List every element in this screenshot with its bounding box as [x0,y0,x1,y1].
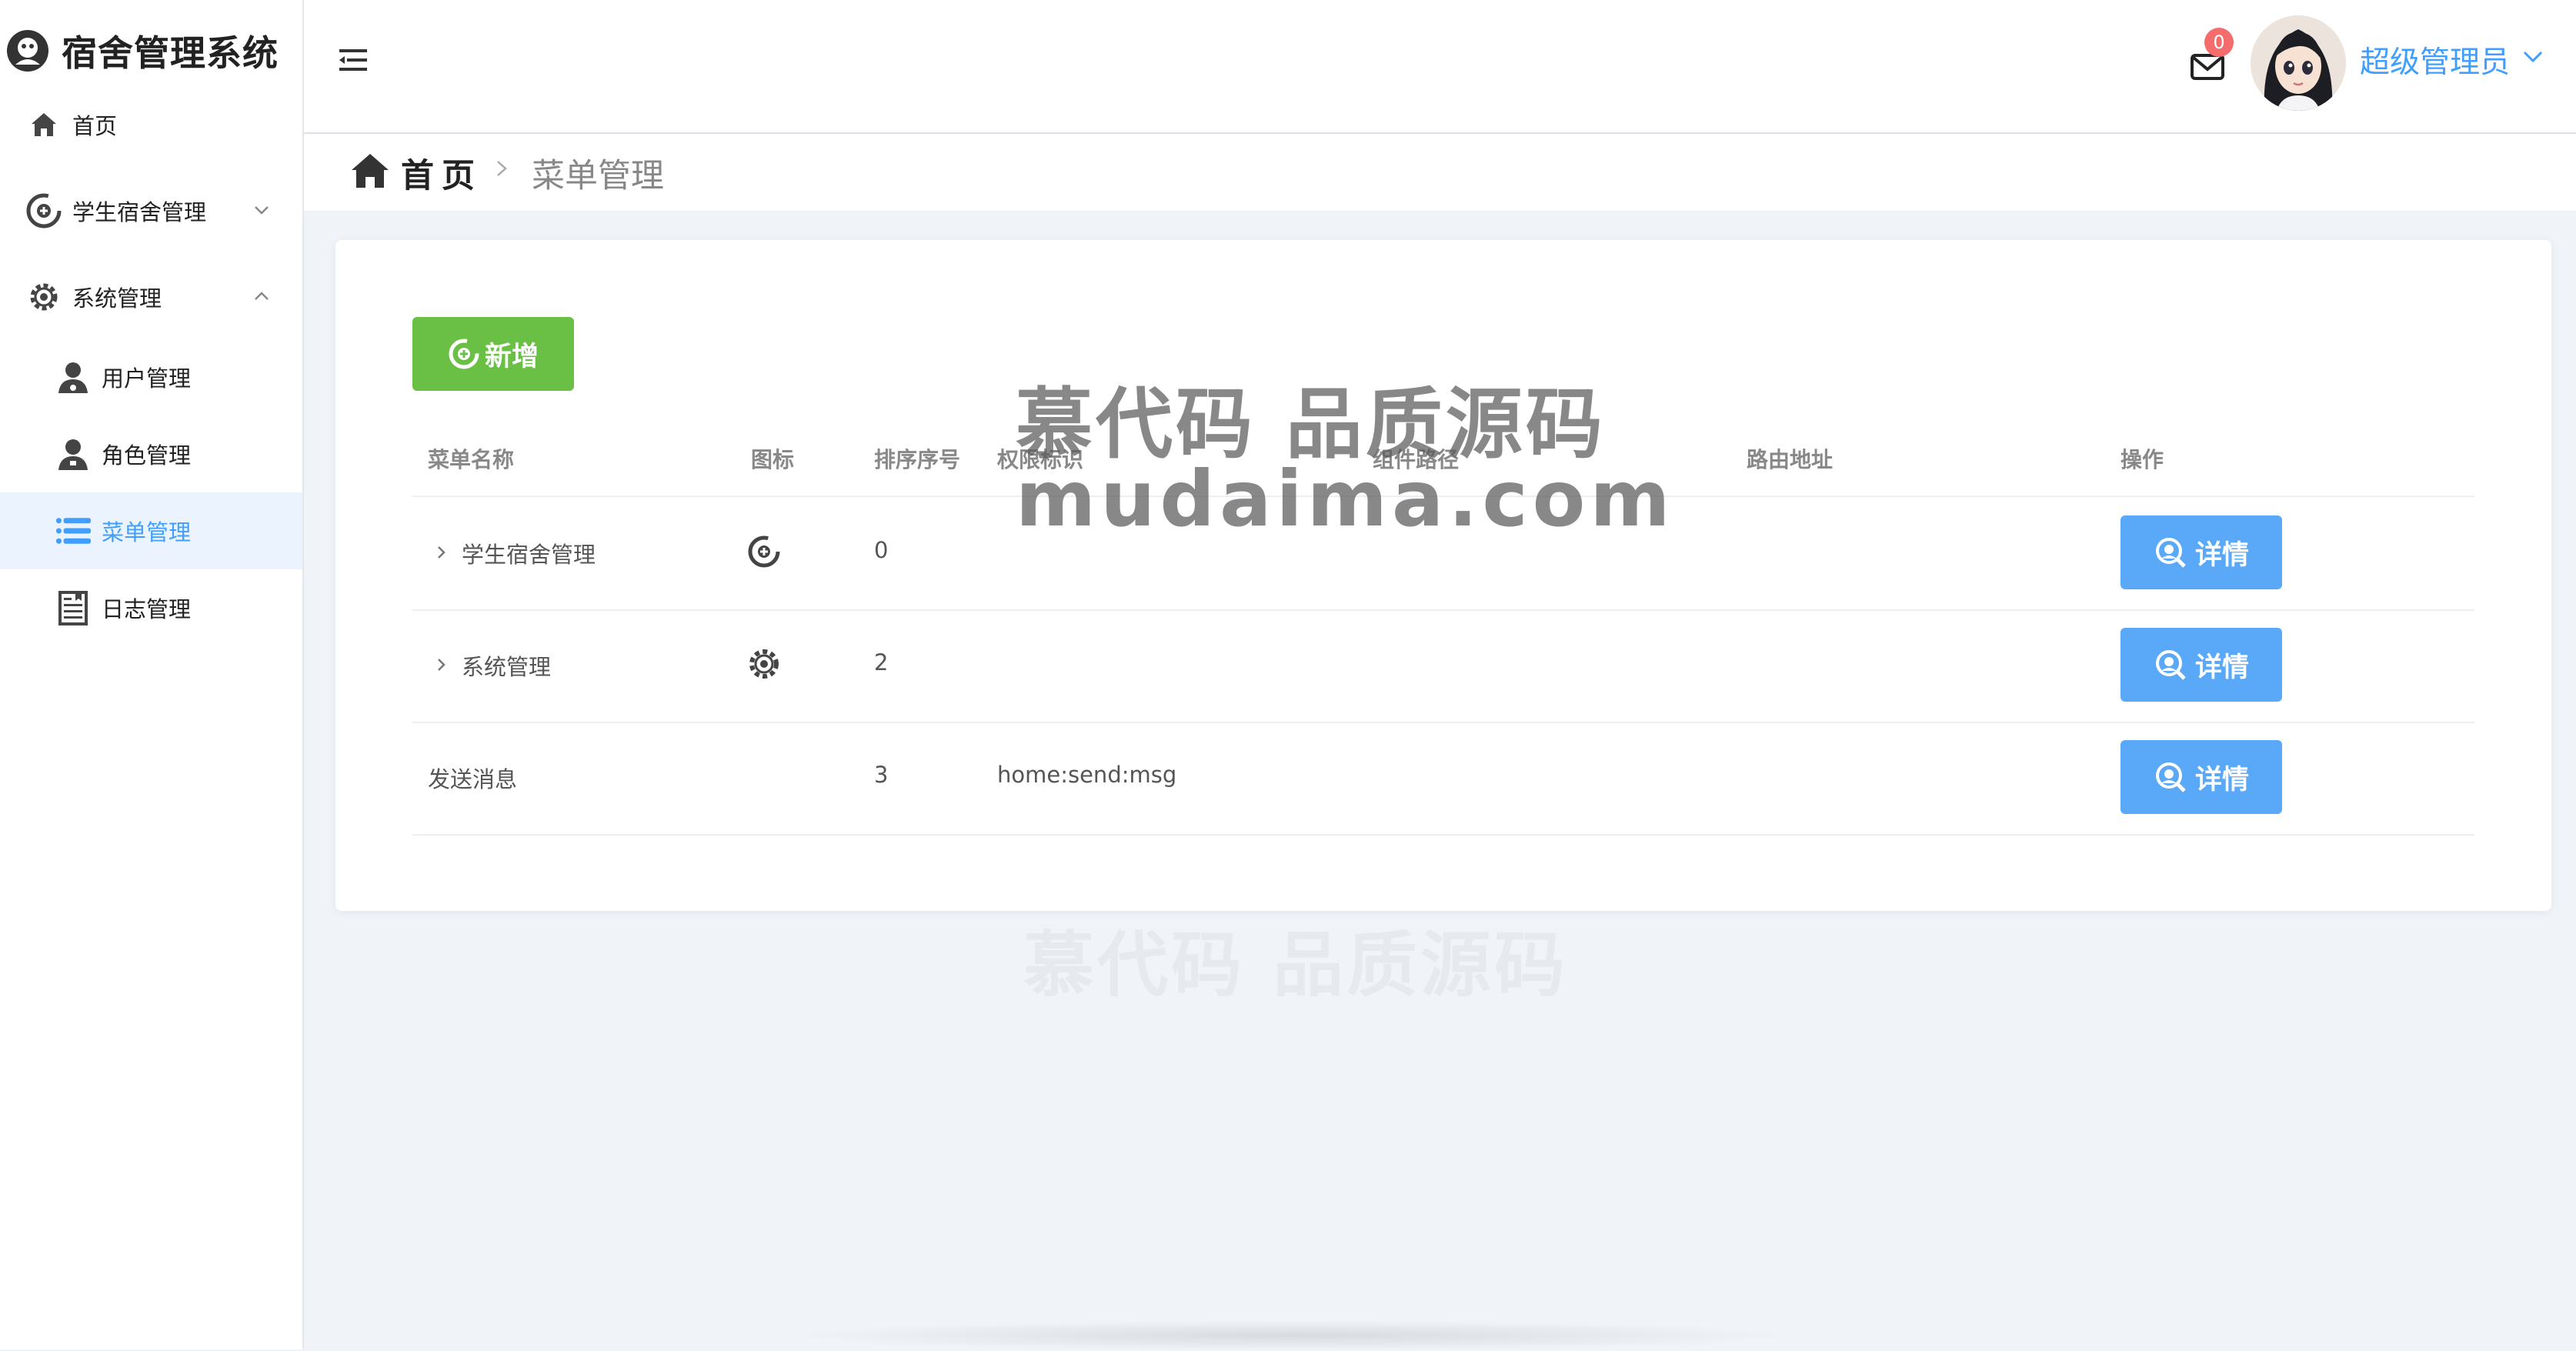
menu-table-card: 新增 菜单名称 图标 排序序号 权限标识 组件路径 路由地址 操作 学生宿舍管理… [335,240,2551,911]
brand: 宿舍管理系统 [5,22,279,80]
sidebar-item-dorm[interactable]: 学生宿舍管理 [0,172,302,249]
column-header-icon: 图标 [751,447,795,472]
column-header-route: 路由地址 [1747,447,1834,472]
column-header-order: 排序序号 [874,447,961,472]
cell-perm: home:send:msg [997,762,1177,788]
cell-order: 2 [874,649,889,676]
cell-order: 0 [874,537,889,563]
cell-name: 系统管理 [462,654,552,680]
role-icon [55,436,91,472]
table-row: 发送消息 3 home:send:msg 详情 [412,722,2474,836]
sidebar-item-label: 系统管理 [72,285,162,312]
breadcrumb: 首页 菜单管理 [304,134,2576,212]
sidebar-item-label: 日志管理 [102,596,192,622]
sidebar: 宿舍管理系统 首页 学生宿舍管理 系统管理 用户管理 角色管理 菜单管理 日志管… [0,0,304,1349]
sidebar-item-roles[interactable]: 角色管理 [0,415,302,492]
bottom-shadow [785,1320,1800,1351]
user-name[interactable]: 超级管理员 [2360,38,2510,82]
gear-icon [749,649,779,679]
user-icon [55,359,91,395]
sidebar-item-menus[interactable]: 菜单管理 [0,492,302,569]
watermark-url: mudaima.com [1016,454,1675,544]
breadcrumb-current: 菜单管理 [532,157,664,195]
detail-button-label: 详情 [2194,539,2249,570]
plus-circle-icon [449,339,479,369]
sidebar-item-system[interactable]: 系统管理 [0,259,302,335]
cell-name: 学生宿舍管理 [462,542,596,568]
add-button[interactable]: 新增 [412,317,574,391]
sidebar-item-home[interactable]: 首页 [0,86,302,163]
avatar[interactable] [2251,15,2346,111]
search-icon [2155,650,2186,680]
notification-badge: 0 [2204,28,2234,57]
table-row: 系统管理 2 详情 [412,609,2474,723]
app-title: 宿舍管理系统 [62,32,279,74]
chevron-up-icon [255,292,269,300]
plus-circle-icon [26,193,62,229]
log-icon [55,590,91,625]
detail-button-label: 详情 [2194,652,2249,682]
detail-button[interactable]: 详情 [2121,628,2282,702]
home-icon [26,107,62,142]
list-icon [55,513,91,549]
expand-row-icon[interactable] [432,543,451,562]
top-header: 0 超级管理员 [304,0,2576,134]
detail-button-label: 详情 [2194,764,2249,795]
sidebar-item-label: 用户管理 [102,365,192,392]
chevron-down-icon[interactable] [2520,43,2546,69]
sidebar-item-label: 学生宿舍管理 [72,199,207,225]
sidebar-item-label: 菜单管理 [102,519,192,545]
column-header-action: 操作 [2121,447,2164,472]
add-button-label: 新增 [484,341,539,372]
sidebar-item-label: 首页 [72,113,118,139]
column-header-name: 菜单名称 [428,447,515,472]
chevron-down-icon [255,206,269,215]
menu-collapse-icon[interactable] [336,43,370,77]
logo-icon [7,30,48,72]
search-icon [2155,762,2186,792]
expand-row-icon[interactable] [432,655,451,674]
cell-name: 发送消息 [428,766,518,792]
sidebar-item-logs[interactable]: 日志管理 [0,569,302,646]
sidebar-item-users[interactable]: 用户管理 [0,339,302,415]
gear-icon [26,279,62,315]
chevron-right-icon [497,161,507,176]
sidebar-item-label: 角色管理 [102,442,192,469]
detail-button[interactable]: 详情 [2121,740,2282,814]
cell-order: 3 [874,762,889,788]
search-icon [2155,538,2186,568]
detail-button[interactable]: 详情 [2121,515,2282,589]
plus-circle-icon [748,535,780,568]
watermark-faint-text: 慕代码 品质源码 [1023,924,1569,1006]
home-icon [352,154,389,188]
breadcrumb-home[interactable]: 首页 [401,149,482,197]
